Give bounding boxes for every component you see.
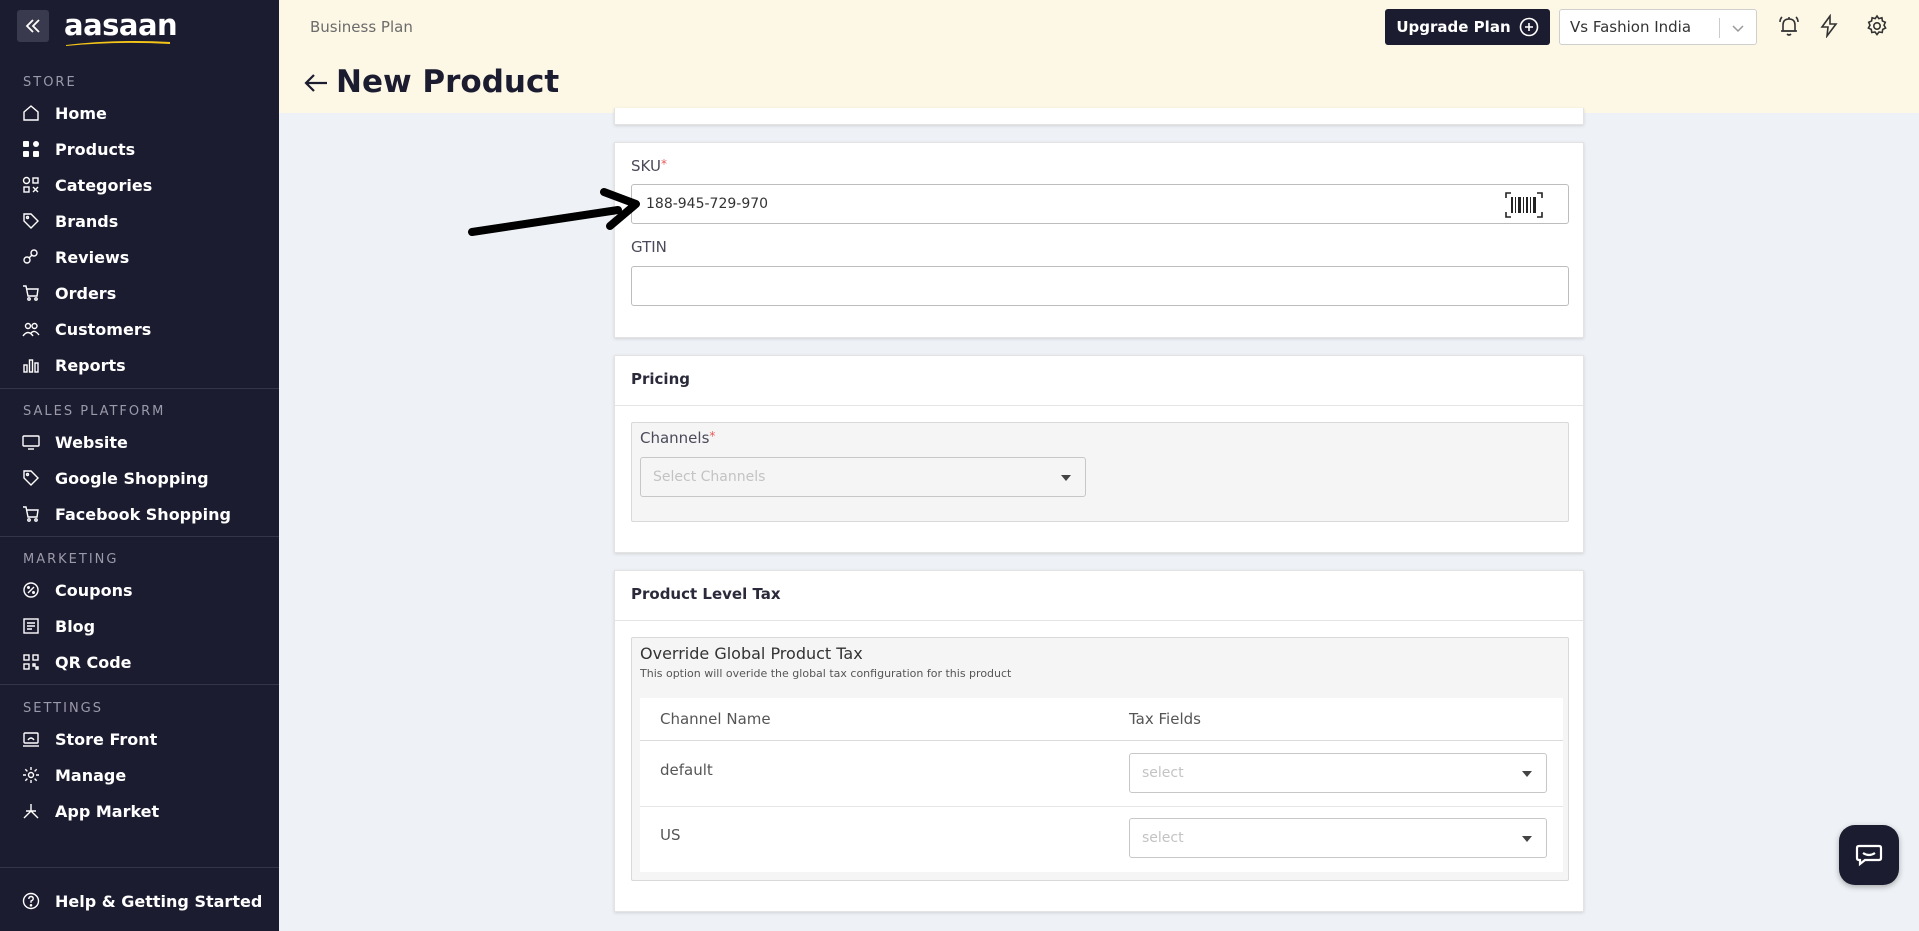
back-arrow-icon[interactable] xyxy=(303,72,329,94)
sidebar-item-website[interactable]: Website xyxy=(0,425,279,459)
lightning-icon[interactable] xyxy=(1817,14,1841,38)
store-name: Vs Fashion India xyxy=(1570,18,1692,36)
channels-select[interactable]: Select Channels xyxy=(640,457,1086,497)
bell-icon[interactable] xyxy=(1777,14,1801,38)
logo-swoosh xyxy=(66,41,170,46)
qr-icon xyxy=(23,654,39,670)
tag-icon xyxy=(23,213,39,229)
row-divider xyxy=(640,806,1563,807)
card-divider xyxy=(615,405,1583,406)
tag-icon xyxy=(23,470,39,486)
sidebar-item-blog[interactable]: Blog xyxy=(0,609,279,643)
bar-chart-icon xyxy=(23,359,39,373)
pricing-card: Pricing Channels* Select Channels xyxy=(614,355,1584,553)
storefront-icon xyxy=(23,732,39,747)
reviews-icon xyxy=(23,249,38,264)
sidebar-item-coupons[interactable]: Coupons xyxy=(0,573,279,607)
barcode-icon[interactable] xyxy=(1505,192,1543,218)
sku-input[interactable] xyxy=(631,184,1569,224)
sidebar-item-home[interactable]: Home xyxy=(0,96,279,130)
channels-label: Channels* xyxy=(640,429,716,447)
sidebar-divider xyxy=(0,536,279,537)
coupon-icon xyxy=(23,582,39,598)
section-title-settings: SETTINGS xyxy=(23,701,104,716)
monitor-icon xyxy=(22,435,40,450)
sidebar-item-manage[interactable]: Manage xyxy=(0,758,279,792)
section-title-store: STORE xyxy=(23,75,77,90)
tax-field-select[interactable]: select xyxy=(1129,818,1547,858)
plus-circle-icon xyxy=(1519,17,1538,37)
override-title: Override Global Product Tax xyxy=(640,644,863,663)
sidebar-item-qr-code[interactable]: QR Code xyxy=(0,645,279,679)
sidebar-item-google-shopping[interactable]: Google Shopping xyxy=(0,461,279,495)
select-separator xyxy=(1719,18,1720,38)
column-header-tax-fields: Tax Fields xyxy=(1129,710,1201,728)
chevron-down-icon xyxy=(1732,25,1744,33)
categories-icon xyxy=(22,176,39,193)
sidebar-item-products[interactable]: Products xyxy=(0,132,279,166)
sku-label: SKU* xyxy=(631,157,667,175)
blog-icon xyxy=(23,618,39,634)
gtin-input[interactable] xyxy=(631,266,1569,306)
section-title-marketing: MARKETING xyxy=(23,552,119,567)
store-selector[interactable]: Vs Fashion India xyxy=(1559,9,1757,45)
sidebar-item-brands[interactable]: Brands xyxy=(0,204,279,238)
section-title-sales-platform: SALES PLATFORM xyxy=(23,404,166,419)
plan-label: Business Plan xyxy=(310,18,413,36)
help-icon xyxy=(22,892,40,910)
logo[interactable]: aasaan xyxy=(64,8,178,42)
caret-down-icon xyxy=(1061,475,1071,481)
chat-button[interactable] xyxy=(1839,825,1899,885)
channels-placeholder: Select Channels xyxy=(653,469,766,485)
header: Business Plan New Product Upgrade Plan V… xyxy=(279,0,1919,113)
sidebar-item-customers[interactable]: Customers xyxy=(0,312,279,346)
select-placeholder: select xyxy=(1142,765,1184,781)
previous-card-bottom xyxy=(614,108,1584,125)
page-title: New Product xyxy=(336,64,560,100)
caret-down-icon xyxy=(1522,771,1532,777)
tax-table: Channel Name Tax Fields default select U… xyxy=(640,698,1563,872)
tax-title: Product Level Tax xyxy=(631,585,781,603)
sidebar-divider xyxy=(0,388,279,389)
upgrade-plan-button[interactable]: Upgrade Plan xyxy=(1385,9,1550,45)
sidebar-item-store-front[interactable]: Store Front xyxy=(0,722,279,756)
sidebar: aasaan STORE Home Products Categories Br… xyxy=(0,0,279,931)
double-chevron-left-icon xyxy=(25,19,40,33)
override-description: This option will overide the global tax … xyxy=(640,667,1012,680)
help-getting-started[interactable]: Help & Getting Started xyxy=(0,884,279,918)
card-divider xyxy=(615,620,1583,621)
chat-bubble-icon xyxy=(1855,844,1883,867)
sidebar-item-categories[interactable]: Categories xyxy=(0,168,279,202)
sidebar-item-reports[interactable]: Reports xyxy=(0,348,279,382)
tax-field-select[interactable]: select xyxy=(1129,753,1547,793)
product-tax-card: Product Level Tax Override Global Produc… xyxy=(614,570,1584,912)
channel-name-cell: US xyxy=(660,826,681,844)
column-header-channel-name: Channel Name xyxy=(660,710,771,728)
home-icon xyxy=(23,105,39,121)
cart-icon xyxy=(23,506,39,522)
sidebar-item-facebook-shopping[interactable]: Facebook Shopping xyxy=(0,497,279,531)
sidebar-divider xyxy=(0,684,279,685)
cart-icon xyxy=(23,285,39,301)
upgrade-plan-label: Upgrade Plan xyxy=(1396,18,1511,36)
sidebar-item-orders[interactable]: Orders xyxy=(0,276,279,310)
gear-icon xyxy=(23,767,39,783)
override-tax-box: Override Global Product Tax This option … xyxy=(631,637,1569,881)
table-header-divider xyxy=(640,740,1563,741)
select-placeholder: select xyxy=(1142,830,1184,846)
app-market-icon xyxy=(23,804,39,819)
grid-icon xyxy=(23,141,39,157)
annotation-arrow xyxy=(468,188,640,236)
collapse-sidebar-button[interactable] xyxy=(17,10,49,42)
channel-name-cell: default xyxy=(660,761,713,779)
caret-down-icon xyxy=(1522,836,1532,842)
sidebar-item-app-market[interactable]: App Market xyxy=(0,794,279,828)
pricing-title: Pricing xyxy=(631,370,690,388)
identifiers-card: SKU* GTIN xyxy=(614,142,1584,338)
settings-gear-icon[interactable] xyxy=(1865,14,1889,38)
sidebar-divider xyxy=(0,867,279,868)
channels-box: Channels* Select Channels xyxy=(631,422,1569,522)
sidebar-item-reviews[interactable]: Reviews xyxy=(0,240,279,274)
users-icon xyxy=(22,322,40,337)
